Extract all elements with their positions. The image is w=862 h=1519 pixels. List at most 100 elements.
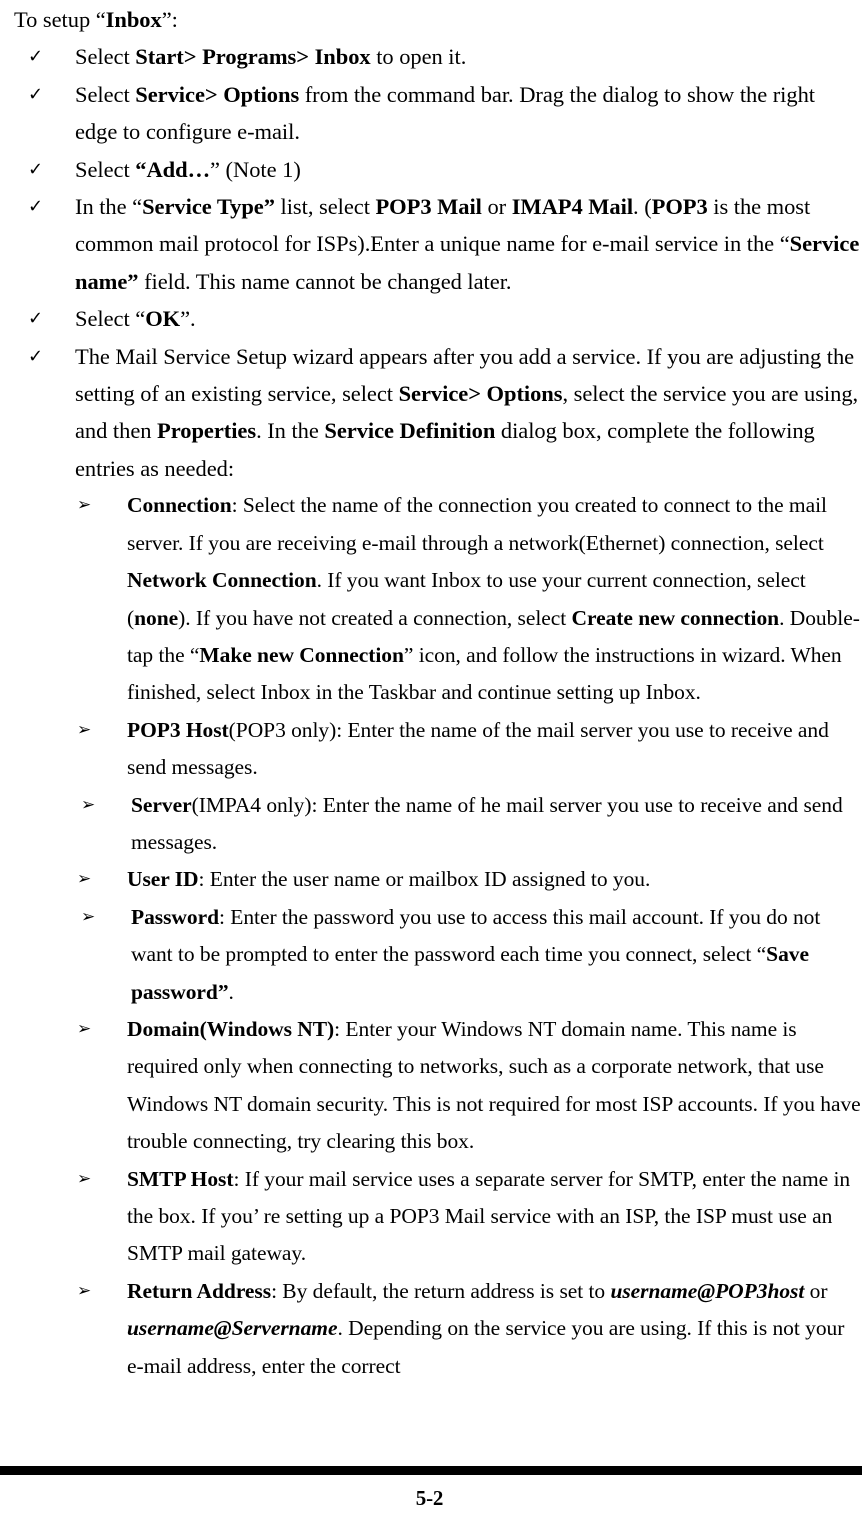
entry-server-segment-0: Server <box>131 792 192 817</box>
checkmark-bullet-icon: ✓ <box>28 46 44 68</box>
step-ok: ✓ Select “OK”. <box>0 300 862 337</box>
step-service-type-segment-5: IMAP4 Mail <box>511 194 634 220</box>
entry-domain-windows-nt: ➢ Domain(Windows NT): Enter your Windows … <box>0 1011 862 1161</box>
entry-domain-windows-nt-segment-0: Domain(Windows NT) <box>127 1016 335 1041</box>
entry-connection: ➢ Connection: Select the name of the conn… <box>0 487 862 711</box>
entry-password-segment-1: : Enter the password you use to access t… <box>131 904 821 967</box>
document-page: To setup “Inbox”: ✓ Select Start> Program… <box>0 0 862 1519</box>
entry-connection-segment-8: Make new Connection <box>199 642 404 667</box>
entry-smtp-host-segment-1: : If your mail service uses a separate s… <box>127 1166 851 1266</box>
entry-server-segment-1: (IMPA4 only): Enter the name of he mail … <box>131 792 843 854</box>
step-service-type-segment-0: In the “ <box>75 194 143 220</box>
entry-connection-segment-5: ). If you have not created a connection,… <box>178 605 572 630</box>
footer-page-number: 5-2 <box>0 1486 862 1511</box>
step-service-type: ✓ In the “Service Type” list, select POP3… <box>0 188 862 300</box>
step-open-inbox-segment-0: Select <box>75 44 136 70</box>
entry-return-address-segment-4: username@Servername <box>127 1316 338 1341</box>
entry-connection-segment-2: Network Connection <box>127 568 317 593</box>
step-service-options-segment-0: Select <box>75 81 136 107</box>
checkmark-bullet-icon: ✓ <box>28 345 44 367</box>
service-definition-entries-list: ➢ Connection: Select the name of the conn… <box>0 487 862 1385</box>
step-mail-service-setup-wizard-segment-5: Service Definition <box>324 418 496 444</box>
step-service-type-segment-6: . ( <box>633 194 652 220</box>
arrowhead-bullet-icon: ➢ <box>81 794 96 815</box>
page-number-text: 5-2 <box>415 1486 444 1510</box>
entry-pop3-host-segment-0: POP3 Host <box>127 717 229 742</box>
entry-return-address: ➢ Return Address: By default, the return … <box>0 1273 862 1385</box>
step-service-type-segment-4: or <box>481 194 512 220</box>
entry-return-address-segment-3: or <box>804 1278 828 1303</box>
entry-server-text: Server(IMPA4 only): Enter the name of he… <box>131 793 843 854</box>
step-mail-service-setup-wizard-text: The Mail Service Setup wizard appears af… <box>75 344 858 481</box>
entry-pop3-host: ➢ POP3 Host(POP3 only): Enter the name of… <box>0 712 862 787</box>
entry-smtp-host-text: SMTP Host: If your mail service uses a s… <box>127 1167 850 1266</box>
entry-pop3-host-text: POP3 Host(POP3 only): Enter the name of … <box>127 718 829 779</box>
entry-smtp-host: ➢ SMTP Host: If your mail service uses a … <box>0 1161 862 1273</box>
step-mail-service-setup-wizard: ✓ The Mail Service Setup wizard appears a… <box>0 338 862 488</box>
arrowhead-bullet-icon: ➢ <box>77 1168 92 1189</box>
step-service-type-segment-3: POP3 Mail <box>375 194 482 220</box>
step-add-segment-2: ” (Note 1) <box>210 156 301 182</box>
checkmark-bullet-icon: ✓ <box>28 308 44 330</box>
entry-pop3-host-segment-1: (POP3 only): Enter the name of the mail … <box>127 717 829 780</box>
step-service-type-segment-1: Service Type” <box>142 194 275 220</box>
arrowhead-bullet-icon: ➢ <box>77 1018 92 1039</box>
step-service-type-text: In the “Service Type” list, select POP3 … <box>75 194 859 294</box>
arrowhead-bullet-icon: ➢ <box>81 906 96 927</box>
entry-connection-text: Connection: Select the name of the conne… <box>127 493 860 704</box>
step-mail-service-setup-wizard-segment-4: . In the <box>256 418 325 444</box>
intro-line: To setup “Inbox”: <box>0 1 862 38</box>
entry-password-segment-0: Password <box>131 904 219 929</box>
footer-divider-rule <box>0 1466 862 1475</box>
step-service-type-segment-7: POP3 <box>651 194 708 220</box>
intro-text-after: ”: <box>161 7 178 32</box>
step-ok-segment-1: OK <box>145 306 181 332</box>
arrowhead-bullet-icon: ➢ <box>77 1280 92 1301</box>
entry-user-id-segment-0: User ID <box>127 867 199 892</box>
step-add-segment-0: Select <box>75 156 136 182</box>
entry-user-id-segment-1: : Enter the user name or mailbox ID assi… <box>198 867 651 892</box>
entry-connection-segment-4: none <box>134 605 179 630</box>
checkmark-bullet-icon: ✓ <box>28 196 44 218</box>
entry-smtp-host-segment-0: SMTP Host <box>127 1166 234 1191</box>
step-add-text: Select “Add…” (Note 1) <box>75 157 301 182</box>
entry-password: ➢ Password: Enter the password you use to… <box>0 899 862 1011</box>
step-ok-text: Select “OK”. <box>75 306 196 331</box>
checkmark-bullet-icon: ✓ <box>28 158 44 180</box>
intro-text-bold: Inbox <box>105 7 162 32</box>
entry-return-address-segment-2: username@POP3host <box>610 1278 805 1303</box>
step-ok-segment-0: Select “ <box>75 306 146 332</box>
document-body: To setup “Inbox”: ✓ Select Start> Program… <box>0 0 862 1385</box>
step-service-options-text: Select Service> Options from the command… <box>75 82 815 144</box>
entry-connection-segment-6: Create new connection <box>571 605 780 630</box>
intro-text-before: To setup “ <box>14 7 106 32</box>
arrowhead-bullet-icon: ➢ <box>77 495 92 516</box>
step-service-type-segment-2: list, select <box>274 194 376 220</box>
entry-password-segment-3: . <box>228 979 234 1004</box>
step-mail-service-setup-wizard-segment-1: Service> Options <box>398 381 563 407</box>
entry-return-address-text: Return Address: By default, the return a… <box>127 1279 844 1378</box>
entry-domain-windows-nt-text: Domain(Windows NT): Enter your Windows N… <box>127 1017 861 1153</box>
checkmark-bullet-icon: ✓ <box>28 83 44 105</box>
entry-server: ➢ Server(IMPA4 only): Enter the name of h… <box>0 787 862 862</box>
entry-user-id: ➢ User ID: Enter the user name or mailbox… <box>0 861 862 898</box>
step-open-inbox: ✓ Select Start> Programs> Inbox to open i… <box>0 38 862 75</box>
setup-steps-list: ✓ Select Start> Programs> Inbox to open i… <box>0 38 862 487</box>
step-ok-segment-2: ”. <box>180 306 196 332</box>
step-open-inbox-text: Select Start> Programs> Inbox to open it… <box>75 44 466 69</box>
step-add: ✓ Select “Add…” (Note 1) <box>0 151 862 188</box>
step-open-inbox-segment-1: Start> Programs> Inbox <box>135 44 371 70</box>
step-service-type-segment-10: field. This name cannot be changed later… <box>138 268 512 294</box>
entry-connection-segment-1: : Select the name of the connection you … <box>127 493 827 555</box>
entry-connection-segment-0: Connection <box>127 493 232 518</box>
entry-password-text: Password: Enter the password you use to … <box>131 905 820 1004</box>
entry-return-address-segment-1: : By default, the return address is set … <box>271 1278 611 1303</box>
arrowhead-bullet-icon: ➢ <box>77 869 92 890</box>
step-add-segment-1: “Add… <box>135 156 211 182</box>
arrowhead-bullet-icon: ➢ <box>77 719 92 740</box>
entry-return-address-segment-0: Return Address <box>127 1278 272 1303</box>
step-open-inbox-segment-2: to open it. <box>370 44 467 70</box>
step-mail-service-setup-wizard-segment-3: Properties <box>157 418 257 444</box>
entry-user-id-text: User ID: Enter the user name or mailbox … <box>127 867 650 891</box>
step-service-options: ✓ Select Service> Options from the comman… <box>0 76 862 151</box>
